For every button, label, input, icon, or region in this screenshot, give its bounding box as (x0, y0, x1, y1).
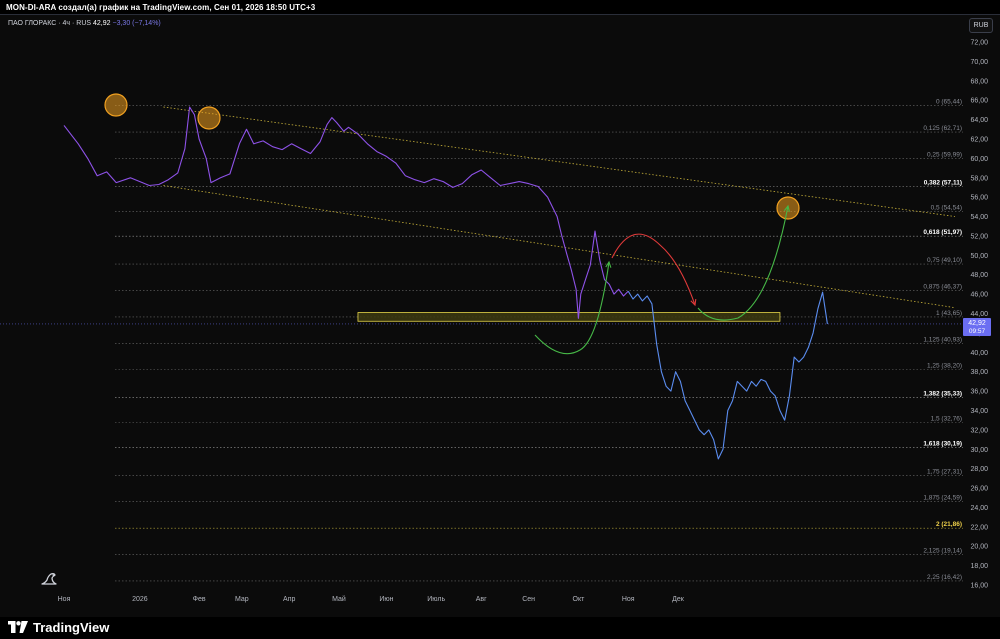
highlight-circle[interactable] (104, 93, 128, 117)
fib-level-label: 0,382 (57,11) (924, 179, 962, 186)
y-tick-label: 18,00 (970, 563, 988, 570)
fib-level-label: 1,618 (30,19) (923, 440, 962, 447)
y-tick-label: 56,00 (970, 195, 988, 202)
x-tick-label: Мар (235, 596, 249, 603)
fib-level-label: 1 (43,65) (936, 310, 962, 317)
y-tick-label: 64,00 (970, 117, 988, 124)
fib-level-label: 0 (65,44) (936, 99, 962, 106)
y-tick-label: 36,00 (970, 389, 988, 396)
fib-level-label: 1,382 (35,33) (923, 391, 962, 398)
x-tick-label: Июн (379, 596, 393, 603)
y-tick-label: 38,00 (970, 369, 988, 376)
tradingview-logo-icon (8, 621, 28, 633)
chart-credit: MON-DI-ARA создал(а) график на TradingVi… (6, 3, 316, 12)
forecast-arrow[interactable] (697, 205, 789, 321)
x-tick-label: 2026 (132, 596, 148, 603)
y-tick-label: 46,00 (970, 292, 988, 299)
y-tick-label: 20,00 (970, 544, 988, 551)
y-tick-label: 54,00 (970, 214, 988, 221)
fib-level-label: 0,25 (59,99) (927, 151, 962, 158)
fib-level-label: 2 (21,86) (936, 521, 962, 528)
y-tick-label: 26,00 (970, 486, 988, 493)
y-tick-label: 62,00 (970, 136, 988, 143)
fib-level-label: 1,875 (24,59) (923, 495, 962, 502)
x-tick-label: Авг (476, 596, 487, 603)
y-tick-label: 28,00 (970, 466, 988, 473)
trend-line[interactable] (163, 185, 956, 309)
highlight-circle[interactable] (197, 106, 221, 130)
symbol-name: ПАО ГЛОРАКС · 4ч · RUS (8, 20, 92, 27)
y-tick-label: 50,00 (970, 253, 988, 260)
tradingview-logo[interactable]: TradingView (8, 619, 109, 635)
y-tick-label: 68,00 (970, 78, 988, 85)
footer-bar (0, 617, 1000, 639)
price-series-line[interactable] (63, 106, 629, 319)
y-tick-label: 48,00 (970, 272, 988, 279)
x-tick-label: Окт (573, 596, 586, 603)
y-tick-label: 24,00 (970, 505, 988, 512)
bar-countdown: 09:57 (969, 328, 986, 335)
fib-level-label: 1,5 (32,76) (931, 415, 962, 422)
fib-level-label: 0,875 (46,37) (923, 284, 962, 291)
fib-level-label: 1,75 (27,31) (927, 468, 962, 475)
x-tick-label: Фев (193, 596, 206, 603)
x-tick-label: Июль (427, 596, 445, 603)
support-zone[interactable] (357, 312, 781, 322)
current-price-value: 42,92 (968, 320, 986, 327)
fib-level-label: 0,618 (51,97) (923, 229, 962, 236)
x-tick-label: Апр (283, 596, 295, 603)
x-tick-label: Сен (522, 596, 535, 603)
fib-level-label: 2,125 (19,14) (923, 548, 962, 555)
fib-level-label: 0,125 (62,71) (923, 125, 962, 132)
y-tick-label: 40,00 (970, 350, 988, 357)
forecast-arrow[interactable] (534, 261, 610, 355)
fib-level-label: 1,25 (38,20) (927, 363, 962, 370)
currency-button[interactable]: RUB (969, 18, 993, 33)
tradingview-logo-text: TradingView (33, 619, 110, 635)
x-tick-label: Дек (672, 596, 685, 603)
y-tick-label: 60,00 (970, 156, 988, 163)
y-tick-label: 52,00 (970, 233, 988, 240)
y-tick-label: 44,00 (970, 311, 988, 318)
symbol-legend[interactable]: ПАО ГЛОРАКС · 4ч · RUS 42,92 −3,30 (−7,1… (8, 20, 161, 27)
price-chart[interactable]: 72,00 70,00 68,00 66,00 64,00 62,00 60,00 58,00… (0, 0, 1000, 639)
y-tick-label: 34,00 (970, 408, 988, 415)
y-tick-label: 72,00 (970, 40, 988, 47)
symbol-last-price: 42,92 (93, 20, 111, 27)
x-tick-label: Ноя (622, 596, 635, 603)
y-tick-label: 66,00 (970, 98, 988, 105)
x-tick-label: Май (332, 595, 346, 603)
y-tick-label: 16,00 (970, 583, 988, 590)
fib-level-label: 0,75 (49,10) (927, 257, 962, 264)
y-tick-label: 70,00 (970, 59, 988, 66)
x-tick-label: Ноя (58, 596, 71, 603)
trend-line[interactable] (163, 106, 956, 217)
dinosaur-icon[interactable] (40, 570, 58, 586)
y-tick-label: 32,00 (970, 427, 988, 434)
symbol-change: −3,30 (−7,14%) (112, 20, 161, 27)
fib-level-label: 0,5 (54,54) (931, 204, 962, 211)
y-tick-label: 58,00 (970, 175, 988, 182)
fib-level-label: 2,25 (16,42) (927, 574, 962, 581)
fib-level-label: 1,125 (40,93) (923, 336, 962, 343)
y-tick-label: 30,00 (970, 447, 988, 454)
y-tick-label: 22,00 (970, 524, 988, 531)
